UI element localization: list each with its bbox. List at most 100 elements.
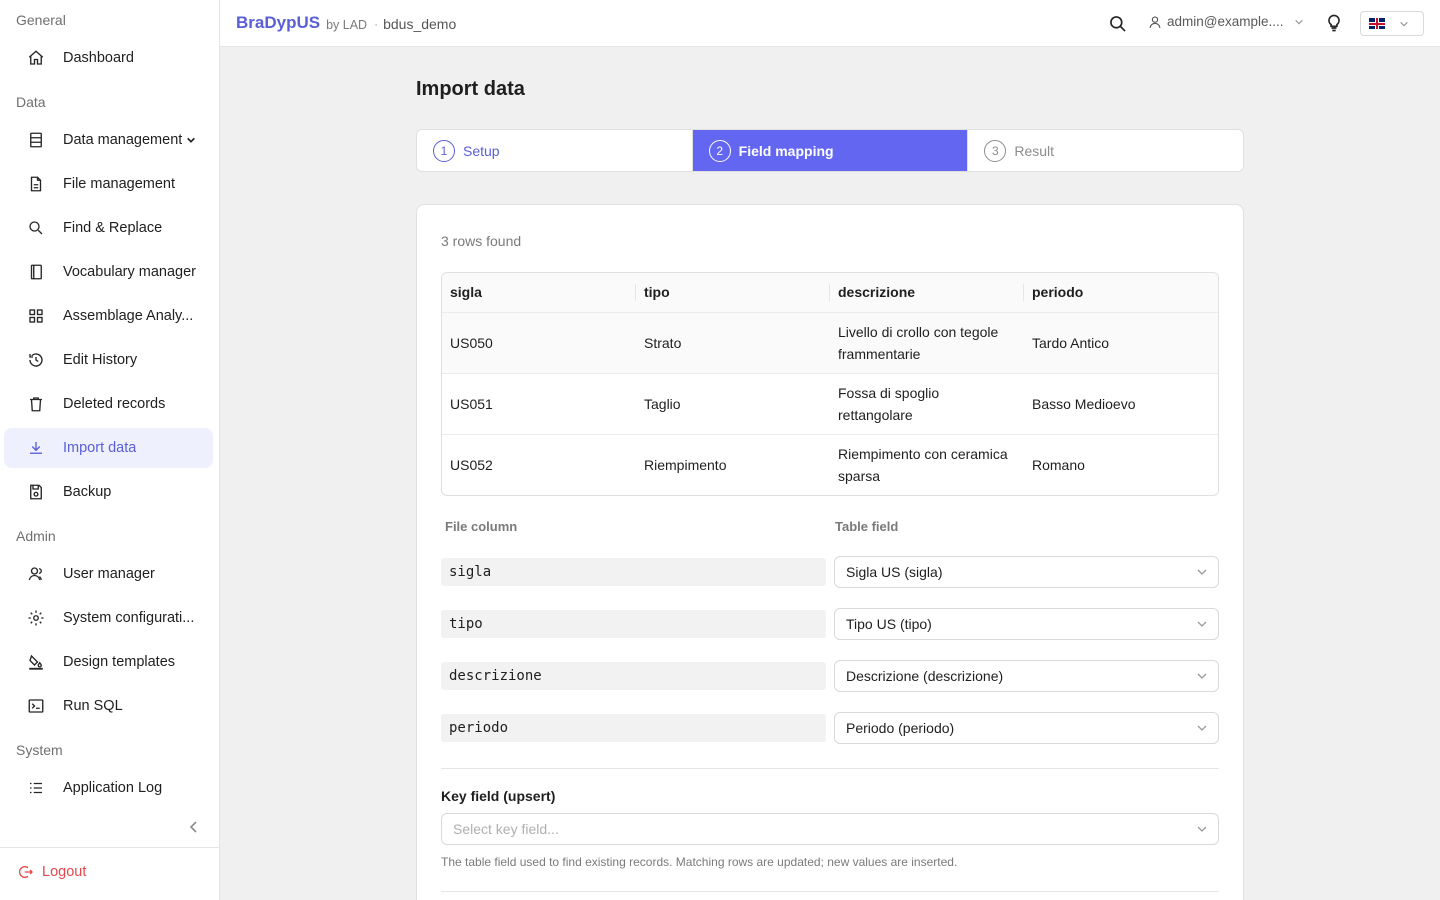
import-steps: 1 Setup 2 Field mapping 3 Result [416,129,1244,172]
file-column-name: tipo [441,610,826,638]
brand-logo[interactable]: BraDypUS [236,13,320,33]
step-number: 3 [984,139,1007,162]
sidebar-item-label: Backup [63,484,112,500]
sidebar-item-label: User manager [63,566,155,582]
sidebar-item-run-sql[interactable]: Run SQL [4,686,213,726]
group-title-general: General [16,12,66,28]
sidebar-item-backup[interactable]: Backup [4,472,213,512]
table-cell: US050 [442,312,636,374]
database-icon [27,131,45,149]
sidebar-item-label: File management [63,176,176,192]
chevron-left-icon[interactable] [187,820,201,834]
grid-icon [27,307,45,325]
sidebar-menu[interactable]: General Dashboard Data Data management F… [0,0,219,808]
step-label: Field mapping [738,142,834,159]
save-icon [27,483,45,501]
step-setup[interactable]: 1 Setup [417,130,693,171]
table-field-header: Table field [835,519,899,534]
terminal-icon [27,697,45,715]
table-cell: US052 [450,456,493,473]
table-cell: Strato [636,312,830,374]
select-value: Tipo US (tipo) [846,616,932,632]
chevron-down-icon [1399,19,1409,29]
sidebar-item-file-management[interactable]: File management [4,164,213,204]
table-row: US051 Taglio Fossa di spoglio rettangola… [442,373,1218,435]
logout-icon [18,864,34,880]
sidebar-collapse-row [0,808,219,848]
user-menu[interactable]: admin@example.... [1148,14,1304,29]
table-cell: Riempimento [644,456,727,473]
sidebar-item-label: Edit History [63,352,138,368]
table-cell: Romano [1032,456,1085,473]
select-placeholder: Select key field... [453,821,559,837]
lightbulb-icon[interactable] [1324,13,1344,33]
sidebar-item-label: Application Log [63,780,163,796]
preview-table: sigla tipo descrizione periodo US050 Str… [441,272,1219,496]
table-cell: Taglio [636,373,830,435]
table-field-select[interactable]: Periodo (periodo) [834,712,1219,744]
file-column-name: sigla [441,558,826,586]
search-icon[interactable] [1108,14,1128,34]
select-value: Descrizione (descrizione) [846,668,1004,684]
group-title-admin: Admin [16,528,56,544]
book-icon [27,263,45,281]
sidebar-item-label: Design templates [63,654,176,670]
user-icon [1148,15,1162,29]
step-result[interactable]: 3 Result [968,130,1243,171]
sidebar: General Dashboard Data Data management F… [0,0,220,900]
table-field-select[interactable]: Descrizione (descrizione) [834,660,1219,692]
list-icon [27,779,45,797]
gear-icon [27,609,45,627]
key-field-label: Key field (upsert) [441,788,556,804]
chevron-down-icon [1196,823,1208,835]
sidebar-item-label: Import data [63,440,137,456]
key-field-help: The table field used to find existing re… [441,855,958,869]
sidebar-item-label: Dashboard [63,50,134,66]
trash-icon [27,395,45,413]
user-email: admin@example.... [1167,14,1284,29]
logout-button[interactable]: Logout [18,864,86,880]
table-cell: Tardo Antico [1024,312,1218,374]
column-header: descrizione [830,273,1024,313]
file-column-header: File column [445,519,518,534]
mapping-row: tipo Tipo US (tipo) [441,608,1219,640]
table-cell: Riempimento con ceramica sparsa [838,445,1008,484]
sidebar-item-deleted-records[interactable]: Deleted records [4,384,213,424]
rows-found: 3 rows found [441,233,522,249]
sidebar-item-system-configuration[interactable]: System configurati... [4,598,213,638]
table-cell: US051 [442,373,636,435]
sidebar-item-edit-history[interactable]: Edit History [4,340,213,380]
table-cell: Basso Medioevo [1024,373,1218,435]
step-number: 2 [708,139,731,162]
sidebar-item-import-data[interactable]: Import data [4,428,213,468]
chevron-down-icon [1294,17,1304,27]
step-label: Result [1014,142,1055,159]
chevron-down-icon [186,135,196,145]
table-field-select[interactable]: Sigla US (sigla) [834,556,1219,588]
key-field-select[interactable]: Select key field... [441,813,1219,845]
sidebar-item-vocabulary-manager[interactable]: Vocabulary manager [4,252,213,292]
step-field-mapping[interactable]: 2 Field mapping [692,130,969,171]
table-cell: Fossa di spoglio rettangolare [830,373,1024,435]
history-icon [27,351,45,369]
sidebar-item-label: System configurati... [63,610,195,626]
brand-separator: · [374,17,379,31]
sidebar-item-assemblage-analysis[interactable]: Assemblage Analy... [4,296,213,336]
step-label: Setup [463,142,500,159]
uk-flag-icon [1369,18,1385,29]
chevron-down-icon [1196,670,1208,682]
language-select[interactable] [1360,11,1424,36]
table-field-select[interactable]: Tipo US (tipo) [834,608,1219,640]
sidebar-item-design-templates[interactable]: Design templates [4,642,213,682]
mapping-row: descrizione Descrizione (descrizione) [441,660,1219,692]
column-header: periodo [1024,273,1218,313]
sidebar-item-find-replace[interactable]: Find & Replace [4,208,213,248]
sidebar-item-application-log[interactable]: Application Log [4,768,213,808]
search-icon [27,219,45,237]
chevron-down-icon [1196,566,1208,578]
sidebar-item-data-management[interactable]: Data management [4,120,213,160]
sidebar-item-label: Find & Replace [63,220,163,236]
sidebar-item-user-manager[interactable]: User manager [4,554,213,594]
sidebar-item-dashboard[interactable]: Dashboard [4,38,213,78]
sidebar-item-label: Vocabulary manager [63,264,196,280]
